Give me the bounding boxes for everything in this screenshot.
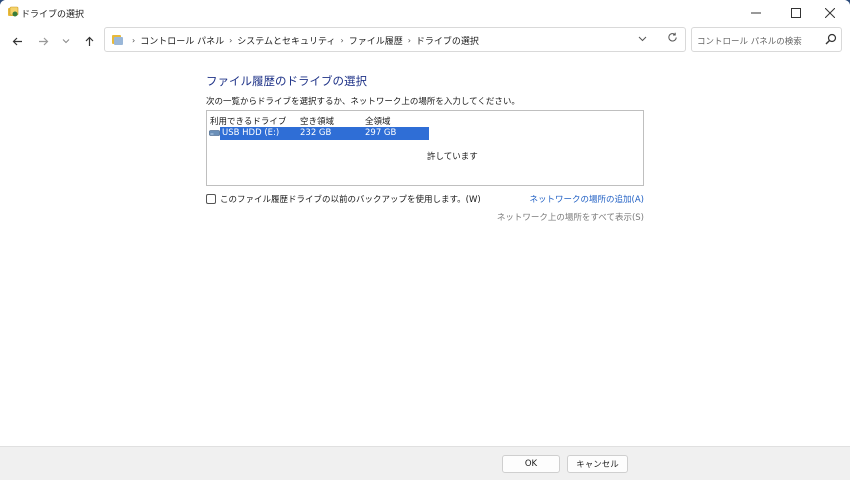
use-previous-backup-option[interactable]: このファイル履歴ドライブの以前のバックアップを使用します。(W) [206,193,481,205]
breadcrumb-item-file-history[interactable]: ファイル履歴 [349,34,403,47]
minimize-icon [751,12,761,14]
search-placeholder: コントロール パネルの検索 [697,37,802,47]
breadcrumb-item-select-drive[interactable]: ドライブの選択 [416,34,479,47]
column-header-drive[interactable]: 利用できるドライブ [210,115,286,127]
chevron-right-icon[interactable]: › [229,36,232,45]
dialog-footer: OK キャンセル [0,446,850,480]
show-all-network-locations-link[interactable]: ネットワーク上の場所をすべて表示(S) [497,211,644,223]
file-history-icon [8,6,19,17]
drive-total-space: 297 GB [365,128,397,138]
chevron-right-icon[interactable]: › [408,36,411,45]
up-button[interactable] [79,31,99,51]
title-bar: ドライブの選択 [0,0,850,26]
ok-button[interactable]: OK [502,455,560,473]
close-button[interactable] [810,0,850,26]
search-input[interactable]: コントロール パネルの検索 [691,27,842,52]
refresh-icon [668,32,677,42]
drive-list[interactable]: 利用できるドライブ 空き領域 全領域 USB HDD (E:) 232 GB 2… [206,110,644,186]
chevron-down-icon [62,39,70,44]
control-panel-icon [112,35,123,45]
use-previous-backup-checkbox[interactable] [206,194,216,204]
chevron-right-icon: › [132,36,136,45]
arrow-up-icon [85,36,93,46]
navigation-bar: › コントロール パネル › システムとセキュリティ › ファイル履歴 › ドラ… [0,26,850,56]
address-history-button[interactable] [638,34,647,46]
window-title: ドライブの選択 [21,10,85,20]
close-icon [825,8,835,18]
breadcrumb: › コントロール パネル › システムとセキュリティ › ファイル履歴 › ドラ… [127,34,479,47]
refresh-button[interactable] [667,32,678,46]
app-window: ドライブの選択 › コントロール パネル › システムとセキュリティ › ファイ… [0,0,850,480]
column-header-free-space[interactable]: 空き領域 [300,115,334,127]
back-button[interactable] [7,31,27,51]
forward-button[interactable] [33,31,53,51]
chevron-right-icon[interactable]: › [340,36,343,45]
search-icon[interactable] [825,33,837,45]
list-item[interactable]: USB HDD (E:) 232 GB 297 GB [220,127,429,140]
arrow-right-icon [38,37,48,45]
chevron-down-icon [638,36,647,42]
address-bar[interactable]: › コントロール パネル › システムとセキュリティ › ファイル履歴 › ドラ… [104,27,686,52]
maximize-icon [791,8,801,18]
recent-locations-button[interactable] [56,31,76,51]
status-text: 許しています [427,152,478,162]
breadcrumb-item-control-panel[interactable]: コントロール パネル [140,34,224,47]
usb-drive-icon [209,130,220,136]
add-network-location-link[interactable]: ネットワークの場所の追加(A) [530,193,644,205]
breadcrumb-item-system-security[interactable]: システムとセキュリティ [237,34,335,47]
instruction-text: 次の一覧からドライブを選択するか、ネットワーク上の場所を入力してください。 [206,97,520,107]
arrow-left-icon [12,37,22,45]
drive-name: USB HDD (E:) [222,128,280,138]
main-content: ファイル履歴のドライブの選択 次の一覧からドライブを選択するか、ネットワーク上の… [0,56,850,446]
drive-free-space: 232 GB [300,128,332,138]
checkbox-label[interactable]: このファイル履歴ドライブの以前のバックアップを使用します。(W) [220,193,481,205]
column-header-total-space[interactable]: 全領域 [365,115,391,127]
cancel-button[interactable]: キャンセル [567,455,628,473]
page-title: ファイル履歴のドライブの選択 [206,74,367,88]
minimize-button[interactable] [736,0,776,26]
